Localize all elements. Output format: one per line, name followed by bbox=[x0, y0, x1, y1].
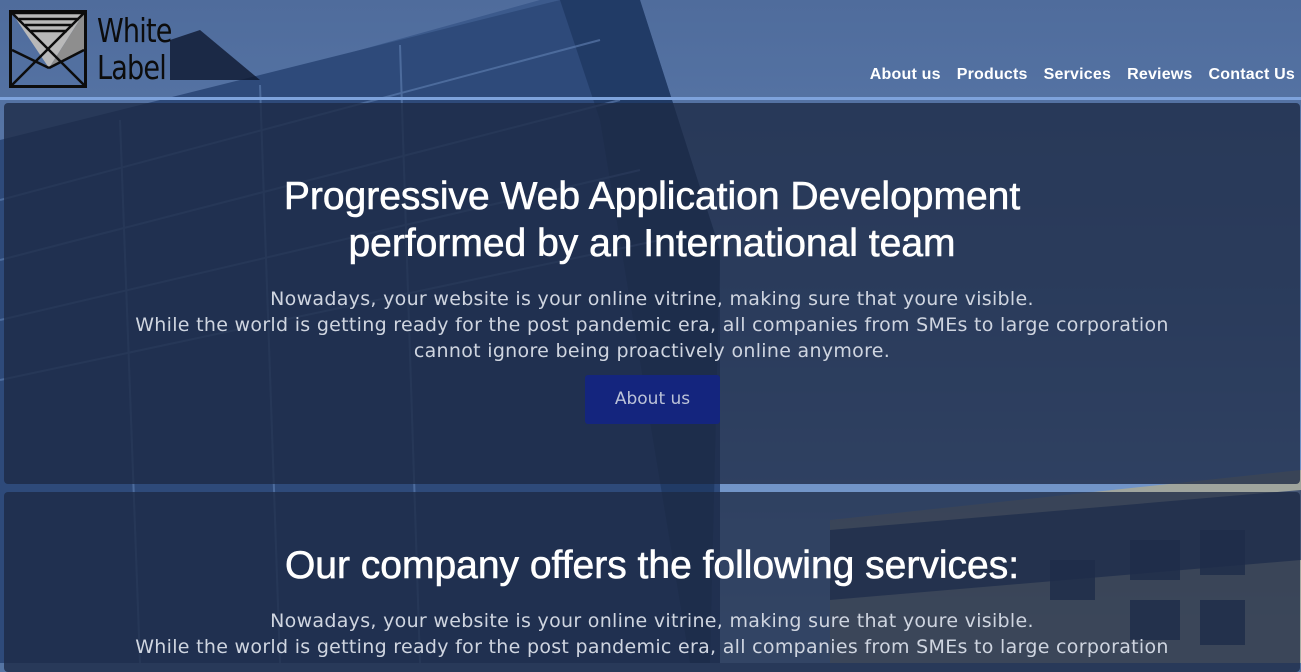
services-description: Nowadays, your website is your online vi… bbox=[4, 608, 1300, 660]
header-divider bbox=[0, 97, 1301, 100]
services-text-line-2: While the world is getting ready for the… bbox=[135, 636, 1169, 658]
hero-description: Nowadays, your website is your online vi… bbox=[4, 286, 1300, 364]
brand-line-2: Label bbox=[97, 48, 167, 87]
services-section: Our company offers the following service… bbox=[4, 492, 1300, 672]
hero-title: Progressive Web Application Development … bbox=[4, 173, 1300, 267]
hero-section: Progressive Web Application Development … bbox=[4, 103, 1300, 484]
brand-name: White Label bbox=[97, 12, 172, 86]
brand-logo[interactable]: White Label bbox=[9, 10, 188, 88]
nav-products[interactable]: Products bbox=[957, 66, 1028, 84]
nav-about-us[interactable]: About us bbox=[870, 66, 941, 84]
logo-mark-icon bbox=[9, 10, 87, 88]
nav-reviews[interactable]: Reviews bbox=[1127, 66, 1192, 84]
main-nav: About us Products Services Reviews Conta… bbox=[854, 66, 1295, 84]
services-text-line-1: Nowadays, your website is your online vi… bbox=[270, 610, 1034, 632]
hero-title-line-2: performed by an International team bbox=[348, 222, 956, 266]
hero-text-line-1: Nowadays, your website is your online vi… bbox=[270, 288, 1034, 310]
brand-line-1: White bbox=[97, 11, 172, 50]
hero-title-line-1: Progressive Web Application Development bbox=[283, 175, 1021, 219]
site-header: White Label About us Products Services R… bbox=[0, 0, 1301, 98]
nav-services[interactable]: Services bbox=[1044, 66, 1111, 84]
hero-text-line-3: cannot ignore being proactively online a… bbox=[413, 340, 891, 362]
about-us-button[interactable]: About us bbox=[585, 375, 720, 424]
nav-contact-us[interactable]: Contact Us bbox=[1209, 66, 1295, 84]
services-title: Our company offers the following service… bbox=[284, 544, 1020, 588]
hero-text-line-2: While the world is getting ready for the… bbox=[135, 314, 1169, 336]
